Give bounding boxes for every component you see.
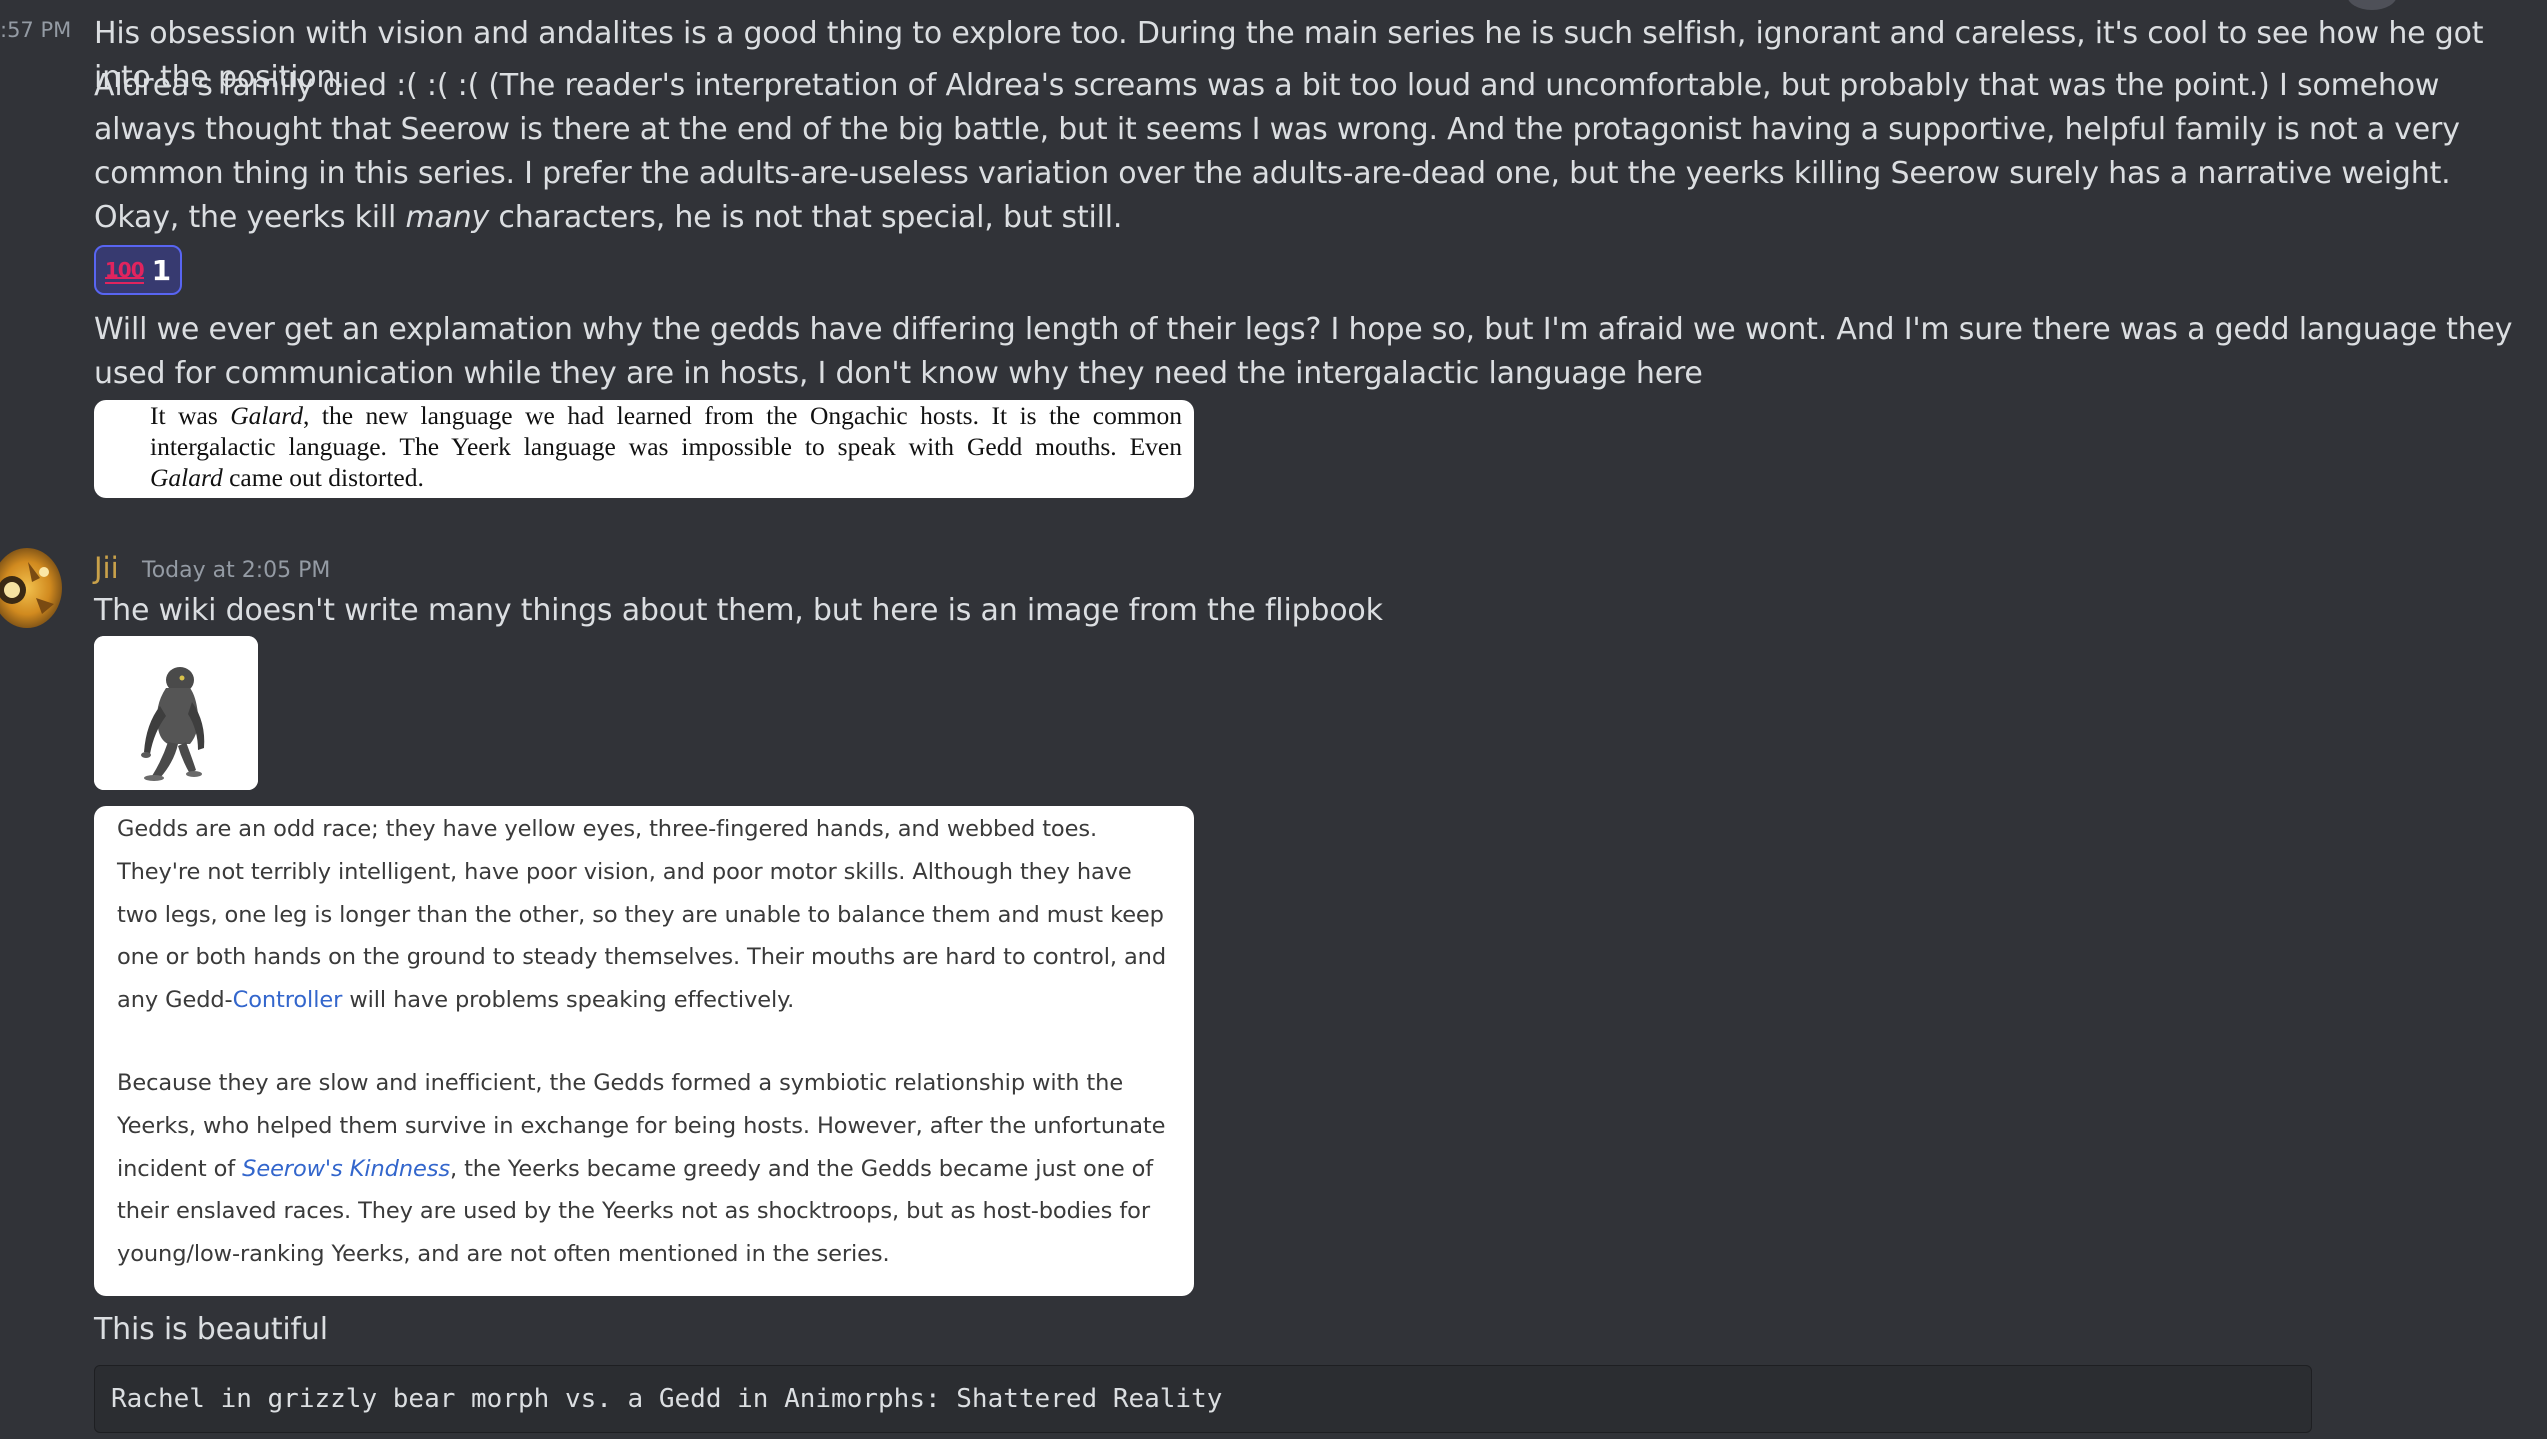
message-paragraph: Aldrea's family died :( :( :( (The reade…	[94, 64, 2524, 240]
wiki-link-controller: Controller	[232, 987, 343, 1014]
gedd-image-attachment[interactable]	[94, 636, 258, 790]
book-excerpt-image[interactable]: It was Galard, the new language we had l…	[94, 400, 1194, 498]
message-side-timestamp: :57 PM	[0, 18, 72, 42]
message-paragraph: Will we ever get an explamation why the …	[94, 312, 2513, 391]
wiki-span: Gedds are an odd race; they have yellow …	[117, 816, 1167, 1014]
message-text: Aldrea's family died :( :( :( (The reade…	[94, 64, 2524, 240]
message-span: characters, he is not that special, but …	[489, 200, 1123, 235]
message-text: This is beautiful	[94, 1308, 2524, 1352]
message-paragraph: This is beautiful	[94, 1312, 328, 1347]
code-block[interactable]: Rachel in grizzly bear morph vs. a Gedd …	[94, 1365, 2312, 1433]
excerpt-text: It was Galard, the new language we had l…	[100, 400, 1182, 493]
username[interactable]: Jii	[94, 548, 119, 588]
wiki-span: will have problems speaking effectively.	[342, 987, 795, 1014]
reaction-count: 1	[151, 253, 172, 287]
excerpt-span: It was	[150, 401, 231, 430]
message-text: Will we ever get an explamation why the …	[94, 308, 2524, 396]
excerpt-emphasis: Galard	[230, 401, 303, 430]
hundred-points-emoji-icon: 100	[104, 258, 145, 284]
excerpt-span: , the new language we had learned from t…	[150, 401, 1183, 461]
message-paragraph: The wiki doesn't write many things about…	[94, 593, 1383, 628]
wiki-paragraph: Because they are slow and inefficient, t…	[117, 1062, 1174, 1276]
excerpt-span: came out distorted.	[222, 463, 424, 492]
toolbar-hint	[2347, 0, 2397, 10]
gedd-figure-icon	[94, 636, 258, 790]
reaction-hundred-points[interactable]: 100 1	[94, 245, 182, 295]
wiki-excerpt-image[interactable]: Gedds are an odd race; they have yellow …	[94, 806, 1194, 1296]
avatar-image	[0, 548, 62, 628]
emphasis-text: many	[405, 200, 490, 235]
message-timestamp: Today at 2:05 PM	[142, 558, 331, 583]
avatar[interactable]	[0, 548, 62, 628]
message-text: The wiki doesn't write many things about…	[94, 589, 2524, 633]
excerpt-emphasis: Galard	[150, 463, 223, 492]
chat-message-list[interactable]: :57 PM His obsession with vision and and…	[0, 0, 2547, 1439]
wiki-link-seerows-kindness: Seerow's Kindness	[242, 1155, 450, 1182]
wiki-paragraph: Gedds are an odd race; they have yellow …	[117, 808, 1174, 1022]
